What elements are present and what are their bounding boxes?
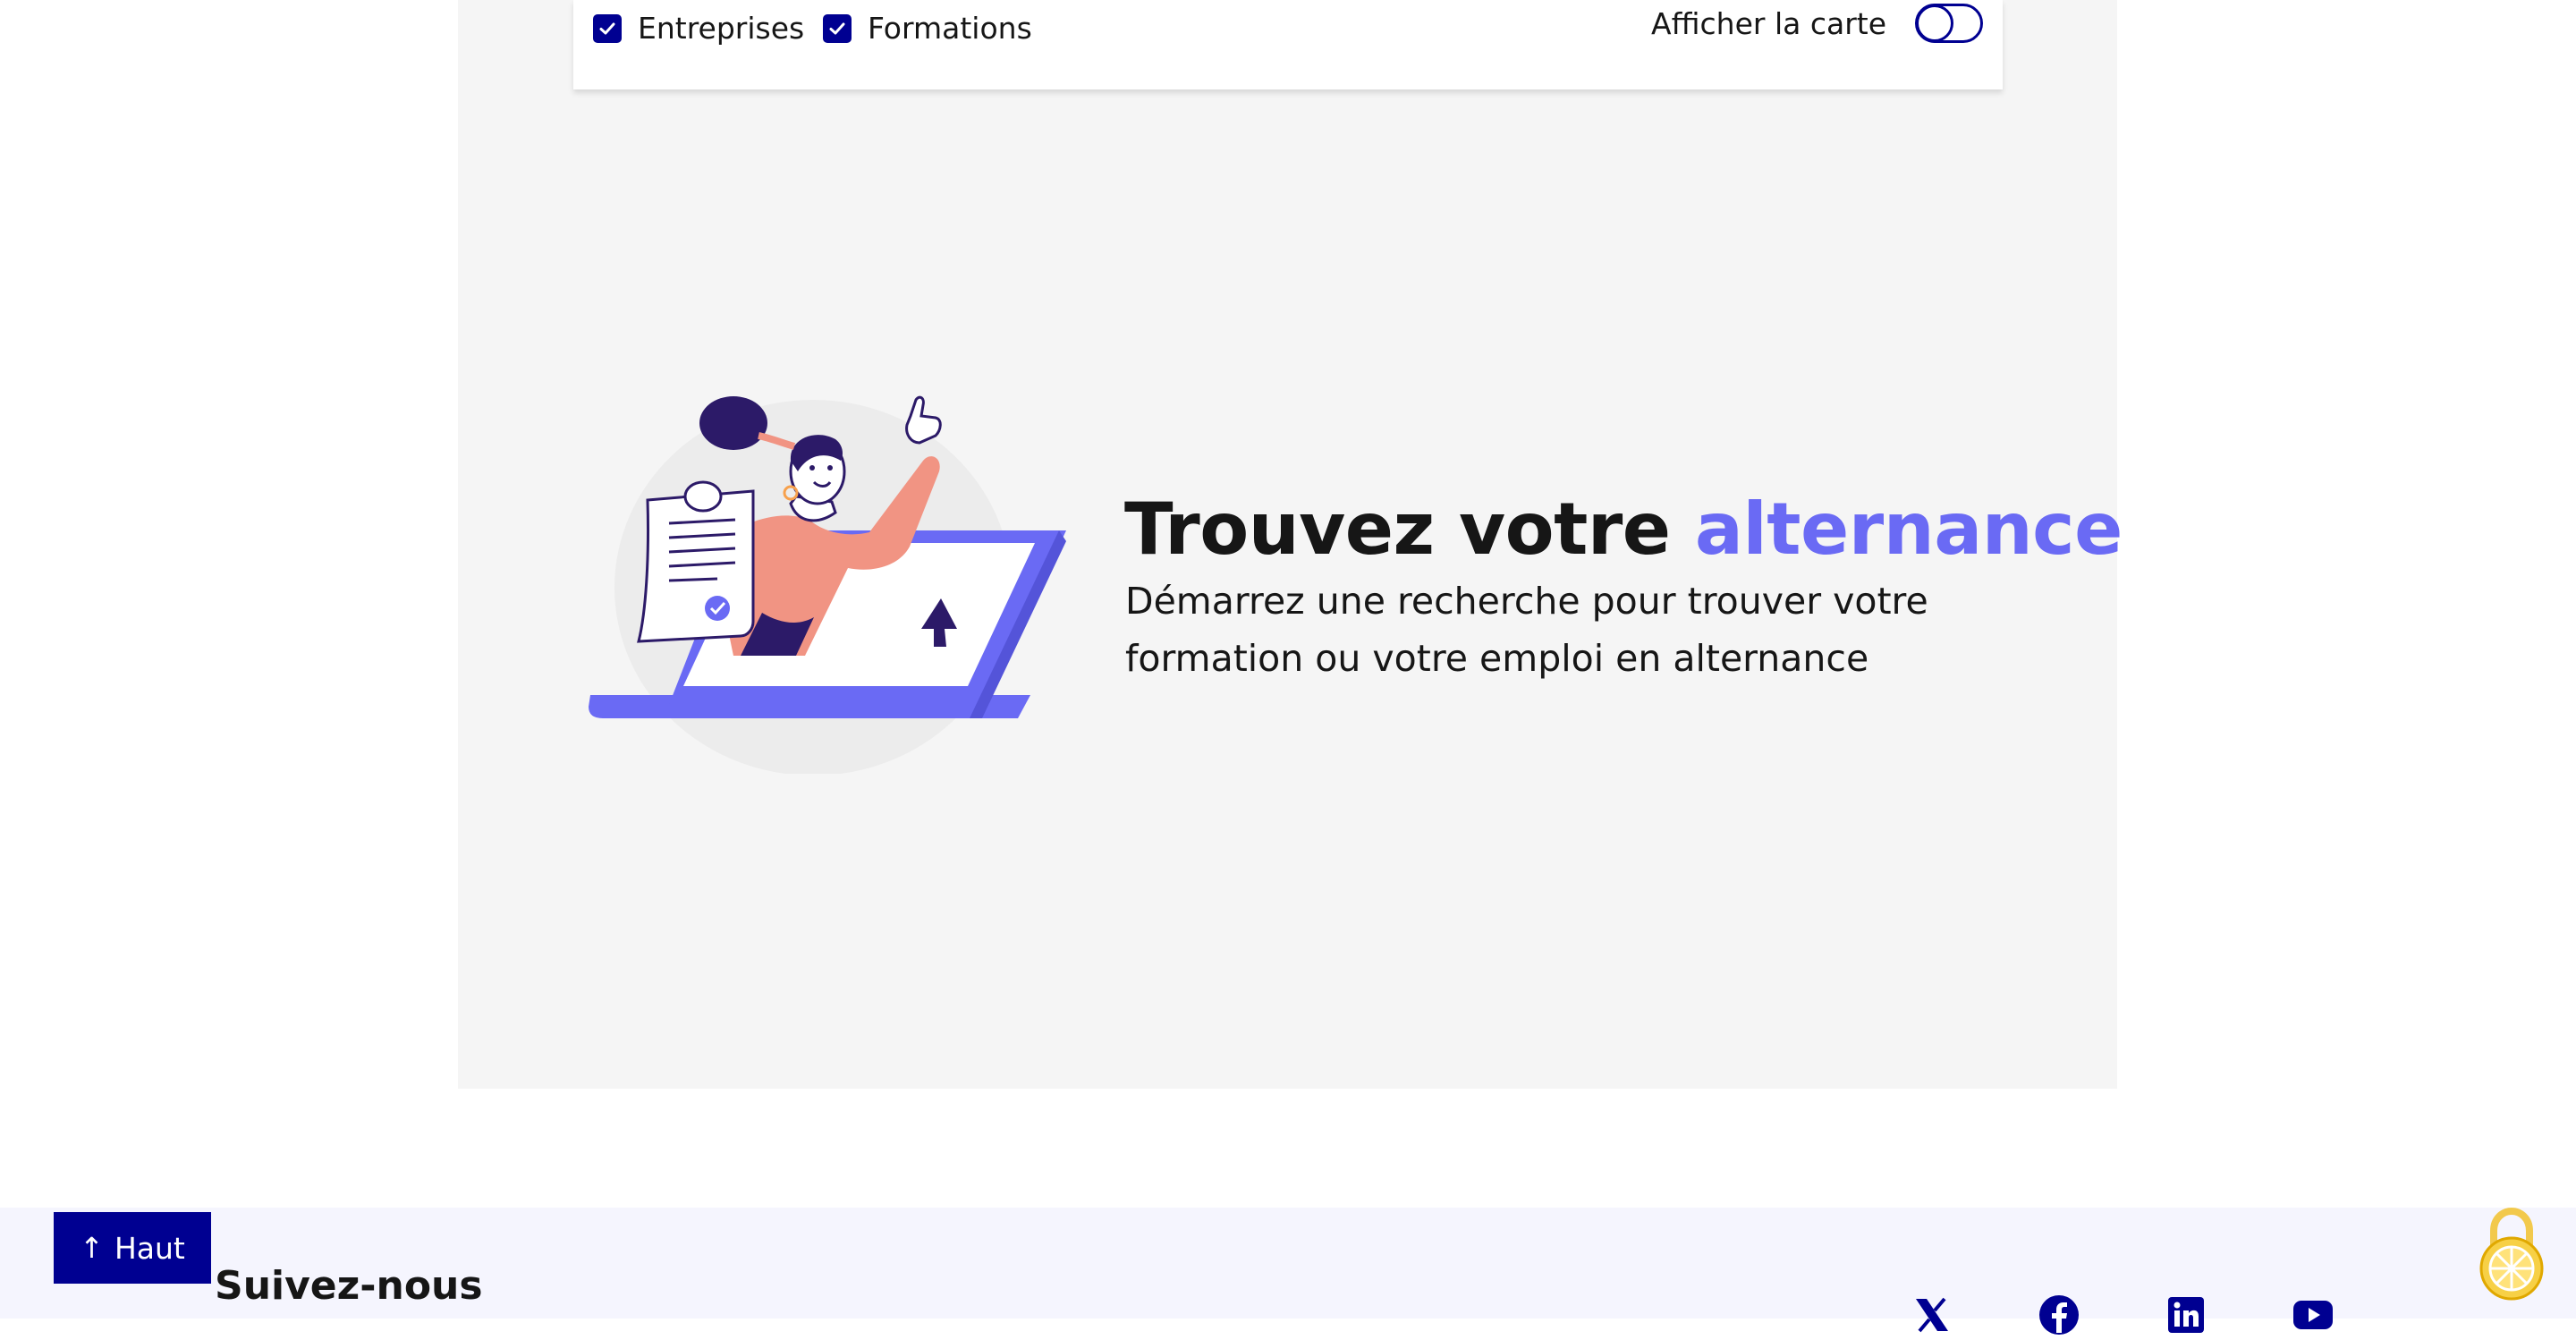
linkedin-icon[interactable] <box>2165 1293 2207 1336</box>
back-to-top-button[interactable]: ↑ Haut <box>54 1212 211 1284</box>
checkbox-checked-icon <box>593 13 622 43</box>
toggle-switch[interactable] <box>1915 4 1983 43</box>
formations-label: Formations <box>868 11 1032 46</box>
hero-title: Trouvez votre alternance <box>1124 488 2123 571</box>
x-twitter-icon[interactable] <box>1911 1293 1953 1336</box>
entreprises-label: Entreprises <box>638 11 805 46</box>
cookie-lock-icon[interactable] <box>2476 1206 2547 1301</box>
back-to-top-label: Haut <box>114 1230 185 1266</box>
facebook-icon[interactable] <box>2038 1293 2080 1336</box>
show-map-label: Afficher la carte <box>1651 5 1886 41</box>
arrow-up-icon: ↑ <box>80 1231 104 1265</box>
toggle-knob <box>1916 4 1953 42</box>
show-map-toggle[interactable]: Afficher la carte <box>1651 4 1983 43</box>
follow-us-title: Suivez-nous <box>215 1263 483 1309</box>
hero-title-accent: alternance <box>1694 488 2123 571</box>
filter-bar: Entreprises Formations Afficher la carte <box>573 0 2003 89</box>
checkbox-checked-icon <box>823 13 852 43</box>
hero-subtitle: Démarrez une recherche pour trouver votr… <box>1125 580 1928 680</box>
hero-illustration <box>583 389 1075 776</box>
hero-title-main: Trouvez votre <box>1124 488 1695 571</box>
formations-checkbox[interactable]: Formations <box>823 11 1032 46</box>
youtube-icon[interactable] <box>2292 1293 2334 1336</box>
entreprises-checkbox[interactable]: Entreprises <box>593 11 804 46</box>
